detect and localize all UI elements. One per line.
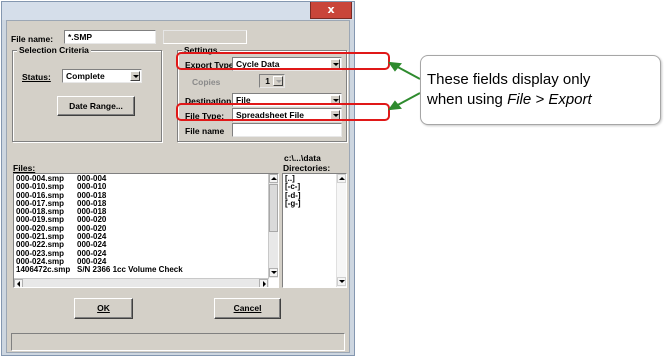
settings-file-name-label: File name [185, 126, 225, 136]
files-horizontal-scrollbar[interactable] [14, 278, 269, 287]
files-listbox[interactable]: 000-004.smp 000-004 000-010.smp 000-010 00… [13, 173, 279, 288]
list-item[interactable]: [-g-] [283, 199, 301, 208]
callout-menu-path: File > Export [507, 91, 592, 108]
close-button[interactable]: x [310, 2, 352, 19]
selection-criteria-title: Selection Criteria [17, 45, 91, 55]
copies-spinner: 1 [259, 74, 285, 88]
chevron-down-icon[interactable] [130, 71, 140, 81]
scroll-up-icon[interactable] [269, 174, 278, 183]
ok-button[interactable]: OK [74, 298, 133, 319]
settings-file-name-input[interactable] [232, 123, 342, 137]
scroll-down-icon[interactable] [269, 268, 278, 277]
cancel-button[interactable]: Cancel [214, 298, 281, 319]
close-icon: x [327, 3, 335, 16]
directories-listbox[interactable]: [..] [-c-] [-d-] [-g-] [282, 173, 347, 288]
file-type-highlight [176, 103, 390, 121]
callout-line-2: when using File > Export [427, 91, 592, 108]
scroll-thumb[interactable] [269, 184, 278, 232]
file-name-input[interactable]: *.SMP [64, 30, 156, 44]
directories-vertical-scrollbar[interactable] [336, 174, 346, 287]
scroll-left-icon[interactable] [14, 279, 23, 287]
files-label: Files: [13, 163, 36, 173]
directories-list: [..] [-c-] [-d-] [-g-] [283, 174, 301, 208]
scroll-up-icon[interactable] [337, 174, 346, 183]
copies-label: Copies [192, 77, 221, 87]
copies-value: 1 [265, 76, 270, 86]
scroll-down-icon[interactable] [337, 277, 346, 286]
disabled-field [163, 30, 247, 44]
status-label: Status: [22, 72, 51, 82]
status-select[interactable]: Complete [62, 69, 142, 83]
export-type-highlight [176, 52, 390, 70]
callout-line-1: These fields display only [427, 71, 591, 88]
arrow-icon [387, 92, 421, 111]
date-range-button[interactable]: Date Range... [57, 96, 135, 116]
files-vertical-scrollbar[interactable] [268, 174, 278, 278]
status-select-value: Complete [66, 71, 105, 81]
list-item[interactable]: 1406472c.smp S/N 2366 1cc Volume Check [14, 265, 183, 274]
status-bar [11, 333, 345, 351]
file-name-label: File name: [11, 34, 54, 44]
export-callout: These fields display only when using Fil… [420, 55, 661, 125]
scroll-right-icon[interactable] [259, 279, 268, 287]
spinner-icon [273, 76, 283, 86]
title-bar: x [2, 2, 354, 20]
selection-criteria-group: Selection Criteria Status: Complete Date… [12, 45, 162, 142]
files-list: 000-004.smp 000-004 000-010.smp 000-010 00… [14, 174, 183, 275]
directories-label: Directories: [283, 163, 331, 173]
arrow-icon [387, 61, 421, 80]
